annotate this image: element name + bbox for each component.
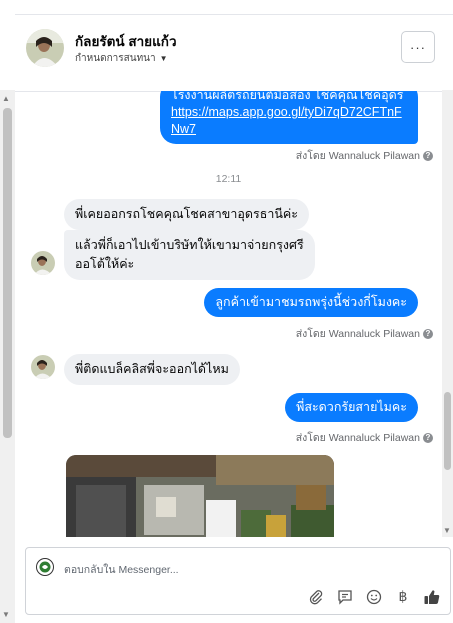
reply-input[interactable]: ตอบกลับใน Messenger... [64,561,179,578]
message-text: แล้วพี่ก็เอาไปเข้าบริษัทให้เขามาจ่ายกรุง… [75,238,304,271]
scroll-up-arrow-icon[interactable]: ▲ [2,94,10,103]
sent-by-label: ส่งโดย Wannaluck Pilawan? [296,325,433,342]
message-text: ลูกค้าเข้ามาชมรถพรุ่งนี้ช่วงกี่โมงคะ [215,295,407,309]
emoji-icon[interactable] [364,587,384,607]
sent-by-label: ส่งโดย Wannaluck Pilawan? [296,429,433,446]
more-icon: ··· [410,39,426,55]
incoming-message: แล้วพี่ก็เอาไปเข้าบริษัทให้เขามาจ่ายกรุง… [64,230,315,280]
message-thread[interactable]: โรงงานผลิตรถยนต์มือสอง โชคคุณโชคอุดร htt… [15,91,442,537]
saved-reply-icon[interactable] [335,587,355,607]
thumbs-up-icon[interactable] [422,587,442,607]
incoming-message: พี่ติดแบล็คลิสพี่จะออกได้ไหม [64,354,240,385]
left-scrollbar[interactable]: ▲ ▼ [0,90,15,623]
shared-photo[interactable] [66,455,334,537]
sent-by-text: ส่งโดย Wannaluck Pilawan [295,432,420,444]
sent-by-label: ส่งโดย Wannaluck Pilawan? [296,147,433,164]
info-icon[interactable]: ? [423,329,433,340]
left-scrollbar-thumb[interactable] [3,108,12,438]
info-icon[interactable]: ? [423,433,433,444]
contact-avatar-small[interactable] [31,251,55,275]
conversation-assign-dropdown[interactable]: กำหนดการสนทนา ▼ [75,51,168,66]
message-text: โรงงานผลิตรถยนต์มือสอง โชคคุณโชคอุดร [171,91,404,102]
sent-by-text: ส่งโดย Wannaluck Pilawan [295,150,420,162]
scroll-down-arrow-icon[interactable]: ▼ [2,610,10,619]
contact-avatar-small[interactable] [31,355,55,379]
incoming-message: พี่เคยออกรถโชคคุณโชคสาขาอุดรธานีค่ะ [64,199,309,230]
message-text: พี่เคยออกรถโชคคุณโชคสาขาอุดรธานีค่ะ [75,207,298,221]
sent-by-text: ส่งโดย Wannaluck Pilawan [295,328,420,340]
conversation-header: กัลยรัตน์ สายแก้ว กำหนดการสนทนา ▼ ··· [15,14,453,92]
outgoing-message: พี่สะดวกรัยสายไมคะ [285,393,418,422]
page-avatar [36,558,54,576]
caret-down-icon: ▼ [159,54,168,63]
thread-scrollbar[interactable]: ▼ [442,90,453,537]
message-text: พี่สะดวกรัยสายไมคะ [296,400,407,414]
contact-name[interactable]: กัลยรัตน์ สายแก้ว [75,30,177,52]
reply-composer: ตอบกลับใน Messenger... ฿ [25,547,451,615]
assign-label: กำหนดการสนทนา [75,53,156,64]
scroll-down-arrow-icon[interactable]: ▼ [443,526,451,535]
maps-link[interactable]: https://maps.app.goo.gl/tyDi7qD72CFTnFNw… [171,105,402,136]
baht-icon[interactable]: ฿ [393,587,413,607]
thread-scrollbar-thumb[interactable] [444,392,451,470]
outgoing-message: ลูกค้าเข้ามาชมรถพรุ่งนี้ช่วงกี่โมงคะ [204,288,418,317]
paperclip-icon[interactable] [306,587,326,607]
timestamp: 12:11 [215,173,242,185]
contact-avatar[interactable] [26,29,64,67]
info-icon[interactable]: ? [423,151,433,162]
message-text: พี่ติดแบล็คลิสพี่จะออกได้ไหม [75,362,229,376]
outgoing-message: โรงงานผลิตรถยนต์มือสอง โชคคุณโชคอุดร htt… [160,91,418,144]
more-options-button[interactable]: ··· [401,31,435,63]
composer-toolbar: ฿ [306,587,442,607]
